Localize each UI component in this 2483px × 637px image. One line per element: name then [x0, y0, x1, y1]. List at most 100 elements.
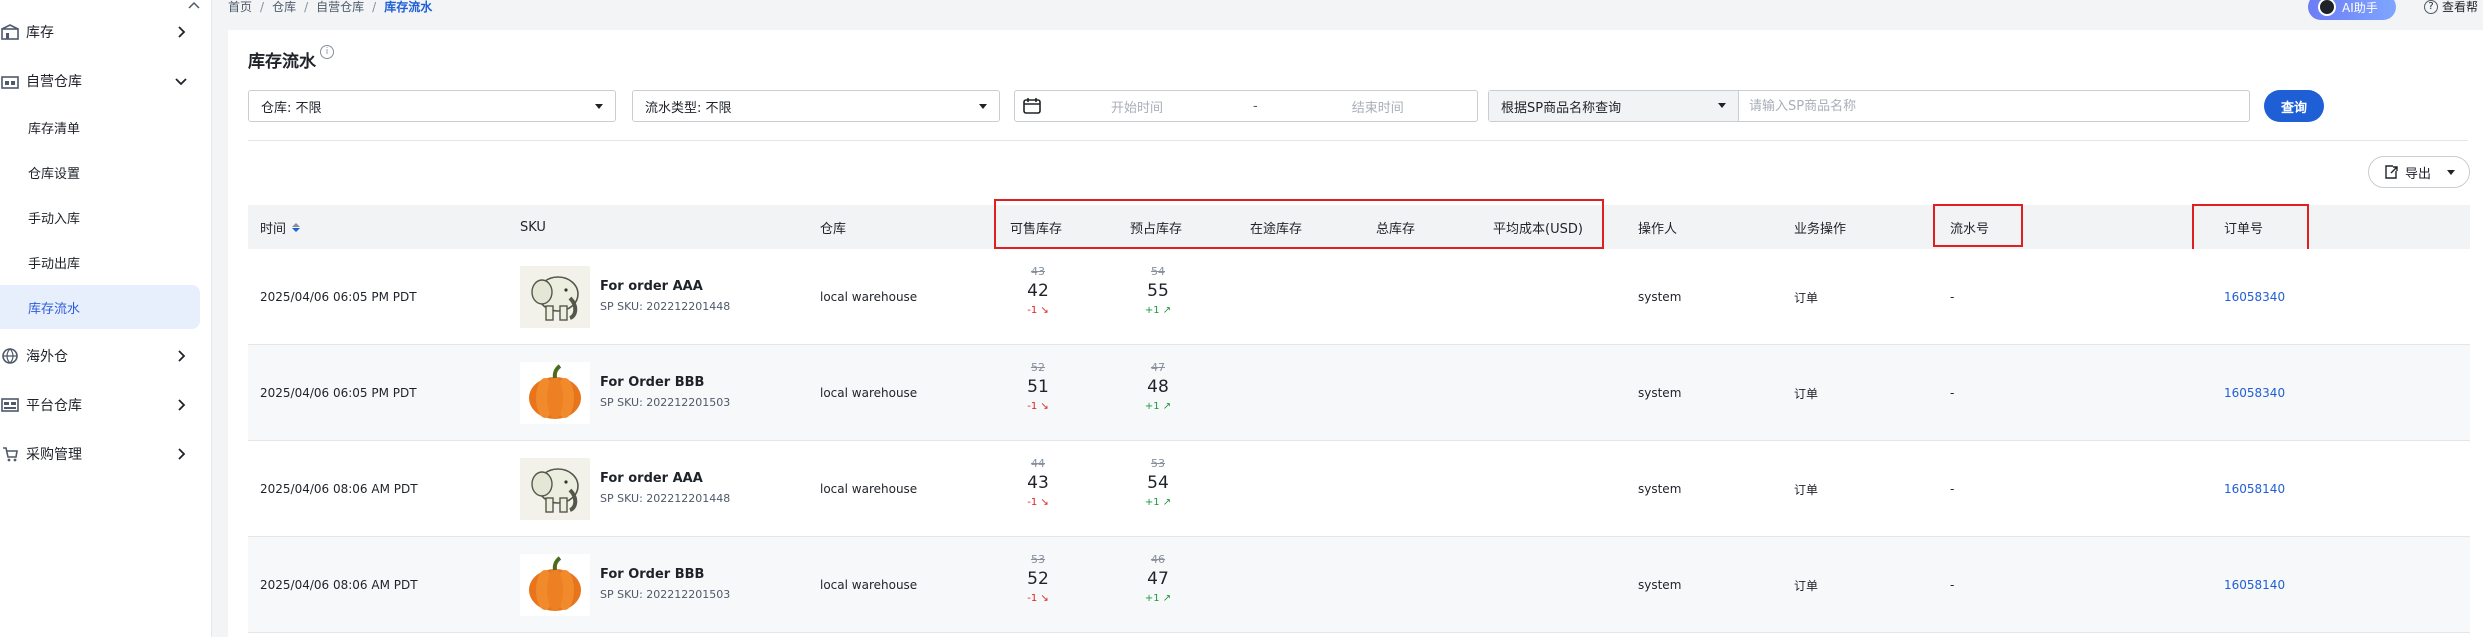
order-number-link[interactable]: 16058140	[2224, 537, 2285, 633]
ai-assistant-label: AI助手	[2342, 0, 2378, 15]
reserved-new: 48	[1147, 377, 1169, 397]
available-change: -1 ↘	[1008, 497, 1068, 508]
date-range-picker[interactable]: 开始时间 - 结束时间	[1014, 90, 1478, 122]
cell-warehouse: local warehouse	[820, 386, 918, 400]
available-change-value: -1	[1027, 593, 1038, 604]
breadcrumb-separator: /	[304, 0, 309, 14]
product-name[interactable]: For order AAA	[600, 279, 730, 294]
sidebar-group-platform[interactable]: 平台仓库	[0, 382, 212, 428]
export-button[interactable]: 导出	[2368, 156, 2470, 188]
product-thumbnail[interactable]	[520, 362, 590, 424]
reserved-change: +1 ↗	[1128, 593, 1188, 604]
query-button[interactable]: 查询	[2264, 90, 2324, 122]
export-label: 导出	[2405, 166, 2432, 182]
overseas-warehouse-icon	[0, 346, 20, 366]
divider	[248, 140, 2468, 141]
product-name[interactable]: For order AAA	[600, 471, 730, 486]
breadcrumb-warehouse[interactable]: 仓库	[272, 0, 296, 15]
sidebar-item-warehouse-settings[interactable]: 仓库设置	[0, 150, 200, 194]
sidebar-item-inventory-list[interactable]: 库存清单	[0, 105, 200, 149]
cell-flow-no: -	[1950, 578, 1955, 592]
cell-sku: For Order BBB SP SKU: 202212201503	[600, 375, 730, 409]
th-time[interactable]: 时间	[260, 205, 301, 249]
reserved-change: +1 ↗	[1128, 497, 1188, 508]
th-time-label: 时间	[260, 221, 287, 237]
sidebar-group-self-warehouse[interactable]: 自营仓库	[0, 58, 212, 104]
trend-down-icon: ↘	[1037, 593, 1049, 604]
info-icon[interactable]: i	[320, 45, 334, 59]
pumpkin-image	[520, 554, 590, 616]
order-number-link[interactable]: 16058340	[2224, 345, 2285, 441]
platform-warehouse-icon	[0, 395, 20, 415]
calendar-icon	[1023, 98, 1041, 114]
available-old: 53	[1031, 553, 1045, 566]
start-time-input[interactable]: 开始时间	[1111, 97, 1163, 116]
flow-type-select[interactable]: 流水类型: 不限	[632, 90, 1000, 122]
self-warehouse-icon	[0, 71, 20, 91]
order-number-link[interactable]: 16058140	[2224, 441, 2285, 537]
reserved-old: 46	[1151, 553, 1165, 566]
sidebar: 库存 自营仓库 库存清单 仓库设置 手动入库 手动出库 库存流水 海外仓 平台仓…	[0, 0, 212, 637]
sidebar-group-overseas[interactable]: 海外仓	[0, 333, 212, 379]
sidebar-item-inventory-flow[interactable]: 库存流水	[0, 285, 200, 329]
cell-operation: 订单	[1794, 578, 1819, 593]
cell-time: 2025/04/06 08:06 AM PDT	[260, 482, 418, 496]
sidebar-group-purchase[interactable]: 采购管理	[0, 431, 212, 477]
product-name[interactable]: For Order BBB	[600, 375, 730, 390]
cell-operation: 订单	[1794, 386, 1819, 401]
cell-operation: 订单	[1794, 482, 1819, 497]
available-change-value: -1	[1027, 497, 1038, 508]
available-change-value: -1	[1027, 305, 1038, 316]
cell-available-stock: 44 43 -1 ↘	[1008, 457, 1068, 508]
product-thumbnail[interactable]	[520, 458, 590, 520]
available-old: 43	[1031, 265, 1045, 278]
chevron-right-icon	[178, 399, 186, 411]
breadcrumb: 首页 / 仓库 / 自营仓库 / 库存流水	[228, 0, 432, 15]
available-change: -1 ↘	[1008, 593, 1068, 604]
ai-assistant-button[interactable]: AI助手	[2308, 0, 2396, 20]
breadcrumb-separator: /	[372, 0, 377, 14]
cell-flow-no: -	[1950, 482, 1955, 496]
search-mode-select[interactable]: 根据SP商品名称查询	[1489, 91, 1739, 121]
product-sku: SP SKU: 202212201448	[600, 492, 731, 505]
sidebar-group-inventory[interactable]: 库存	[0, 9, 212, 55]
product-name-input[interactable]	[1739, 91, 2249, 121]
cell-available-stock: 43 42 -1 ↘	[1008, 265, 1068, 316]
reserved-new: 54	[1147, 473, 1169, 493]
warehouse-icon	[0, 22, 20, 42]
th-operation: 业务操作	[1794, 221, 1847, 237]
end-time-input[interactable]: 结束时间	[1352, 97, 1404, 116]
help-label: 查看帮	[2442, 0, 2479, 14]
range-separator: -	[1253, 98, 1258, 114]
product-thumbnail[interactable]	[520, 266, 590, 328]
pumpkin-image	[520, 362, 590, 424]
help-link[interactable]: ? 查看帮	[2424, 0, 2478, 15]
warehouse-select[interactable]: 仓库: 不限	[248, 90, 616, 122]
breadcrumb-current: 库存流水	[384, 0, 433, 14]
caret-down-icon	[1718, 103, 1726, 108]
sidebar-group-label: 平台仓库	[26, 398, 82, 414]
breadcrumb-home[interactable]: 首页	[228, 0, 252, 15]
order-number-link[interactable]: 16058340	[2224, 249, 2285, 345]
sidebar-item-manual-outbound[interactable]: 手动出库	[0, 240, 200, 284]
cell-reserved-stock: 46 47 +1 ↗	[1128, 553, 1188, 604]
product-thumbnail[interactable]	[520, 554, 590, 616]
sidebar-group-label: 采购管理	[26, 447, 82, 463]
available-old: 44	[1031, 457, 1045, 470]
breadcrumb-self-warehouse[interactable]: 自营仓库	[316, 0, 364, 15]
reserved-new: 47	[1147, 569, 1169, 589]
chevron-right-icon	[178, 26, 186, 38]
product-sku: SP SKU: 202212201503	[600, 396, 731, 409]
reserved-change: +1 ↗	[1128, 401, 1188, 412]
product-name[interactable]: For Order BBB	[600, 567, 730, 582]
sidebar-item-manual-inbound[interactable]: 手动入库	[0, 195, 200, 239]
sort-icon[interactable]	[292, 222, 301, 232]
cell-available-stock: 53 52 -1 ↘	[1008, 553, 1068, 604]
table-row: 2025/04/06 06:05 PM PDT For order AAA SP S…	[248, 249, 2470, 345]
product-sku: SP SKU: 202212201503	[600, 588, 731, 601]
cell-time: 2025/04/06 06:05 PM PDT	[260, 386, 417, 400]
cell-time: 2025/04/06 08:06 AM PDT	[260, 578, 418, 592]
caret-down-icon	[2447, 169, 2456, 175]
available-change: -1 ↘	[1008, 305, 1068, 316]
cell-reserved-stock: 53 54 +1 ↗	[1128, 457, 1188, 508]
